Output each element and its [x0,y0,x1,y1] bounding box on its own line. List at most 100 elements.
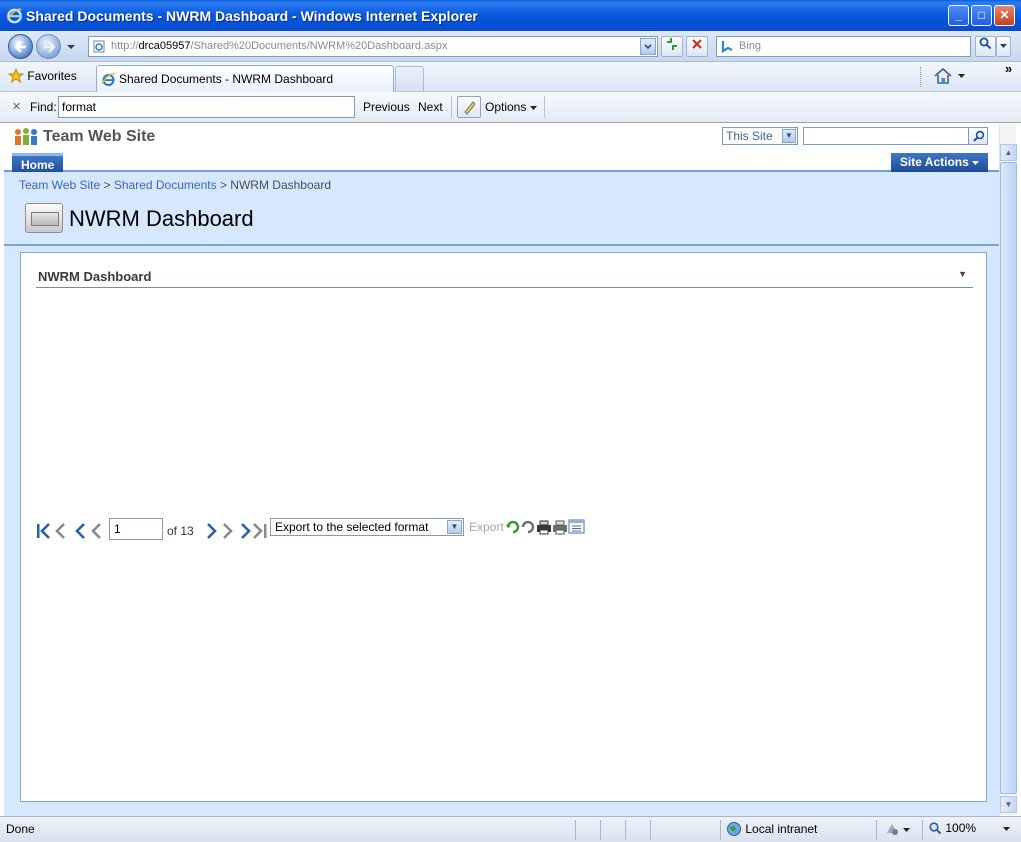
minimize-button[interactable]: _ [948,5,969,26]
status-separator [876,820,877,840]
window-titlebar: Shared Documents - NWRM Dashboard - Wind… [0,0,1021,31]
status-separator [625,820,626,840]
tab-title: Shared Documents - NWRM Dashboard [119,72,334,86]
search-placeholder: Bing [739,40,762,52]
print-icon[interactable] [536,518,552,536]
chevron-down-icon [644,44,652,50]
chevron-down-icon [529,106,537,110]
breadcrumb: Team Web Site > Shared Documents > NWRM … [19,178,331,192]
ie-page-icon [101,73,116,86]
toolbar-separator [920,67,921,87]
intranet-globe-icon [727,822,741,836]
chevron-down-icon [958,74,965,78]
previous-page-grey-icon [91,523,101,539]
site-search-input[interactable] [803,127,969,145]
address-dropdown-button[interactable] [640,38,656,55]
breadcrumb-separator: > [219,178,227,192]
scroll-down-button[interactable]: ▼ [1000,796,1017,813]
dashboard-page-icon [25,203,63,233]
favorites-button[interactable]: Favorites [7,67,77,84]
back-button[interactable] [8,34,33,59]
tab-home[interactable]: Home [12,153,63,172]
refresh-icon [667,38,677,50]
chevron-down-icon [972,161,980,165]
page-number-input[interactable]: 1 [109,518,163,540]
tab-active[interactable]: Shared Documents - NWRM Dashboard [96,65,394,92]
team-site-logo-icon [15,128,37,145]
data-feed-icon[interactable] [568,518,585,536]
breadcrumb-link-library[interactable]: Shared Documents [114,178,217,192]
maximize-button[interactable]: □ [971,5,992,26]
page-title: NWRM Dashboard [69,206,254,231]
close-find-button[interactable]: ✕ [12,100,21,113]
stop-button[interactable] [686,36,708,57]
refresh-grey-icon [521,520,535,534]
site-search-button[interactable] [968,127,988,145]
site-actions-menu[interactable]: Site Actions [891,153,988,172]
scroll-thumb[interactable] [1000,162,1017,794]
close-window-button[interactable]: ✕ [994,5,1015,26]
content-frame: NWRM Dashboard ▼ 1 of 13 Export to the s… [4,246,999,816]
top-navigation: Home Site Actions [4,152,999,172]
status-separator [720,820,721,840]
vertical-scrollbar[interactable]: ▲ ▼ [999,124,1017,816]
breadcrumb-link-site[interactable]: Team Web Site [19,178,100,192]
webpart-title: NWRM Dashboard [38,269,152,284]
breadcrumb-separator: > [103,178,111,192]
back-arrow-icon [14,41,26,53]
status-separator [650,820,651,840]
stop-icon [692,39,702,49]
new-tab-button[interactable] [395,66,424,91]
search-go-button[interactable] [975,36,996,57]
find-bar: ✕ Find: format Previous Next Options [0,92,1021,123]
security-zone[interactable]: Local intranet [726,821,817,837]
search-icon [973,130,985,142]
search-input[interactable]: Bing [716,36,971,57]
scroll-up-button[interactable]: ▲ [1000,144,1017,161]
print-grey-icon [553,520,567,535]
previous-page-icon[interactable] [73,522,87,540]
security-zone-label: Local intranet [745,822,818,836]
find-next-button[interactable]: Next [418,100,443,114]
address-input[interactable]: http://drca05957/Shared%20Documents/NWRM… [88,36,658,57]
search-scope-select[interactable]: This Site ▼ [722,127,798,145]
ie-logo-icon [7,8,22,24]
first-page-icon[interactable] [35,522,53,540]
home-button[interactable] [933,67,969,87]
search-scope-value: This Site [726,129,773,143]
status-separator [575,820,576,840]
refresh-button[interactable] [661,36,683,57]
protected-mode-button[interactable] [884,821,911,837]
forward-arrow-icon [44,41,56,53]
last-page-grey-icon [253,523,267,539]
more-tools-chevron[interactable]: » [1005,61,1012,76]
address-toolbar: http://drca05957/Shared%20Documents/NWRM… [0,31,1021,62]
chevron-down-icon [903,828,911,832]
find-separator [544,96,545,118]
find-separator [451,96,452,118]
report-viewer-toolbar: 1 of 13 Export to the selected format ▼ … [35,518,635,544]
find-input[interactable]: format [58,96,355,118]
webpart-menu-button[interactable]: ▼ [958,269,967,279]
refresh-report-icon[interactable] [505,518,521,536]
chevron-down-icon [1000,44,1007,48]
star-icon [7,67,25,84]
url-host: drca05957 [138,40,191,52]
site-actions-label: Site Actions [899,155,969,169]
status-separator [922,820,923,840]
highlight-matches-button[interactable] [457,96,481,118]
forward-button[interactable] [36,34,61,59]
zoom-control[interactable]: 100% [929,821,1011,835]
favorites-label: Favorites [27,69,77,83]
find-options-button[interactable]: Options [485,100,537,114]
export-button[interactable]: Export [469,520,504,534]
site-title[interactable]: Team Web Site [43,128,155,146]
highlighter-icon [464,101,476,115]
url-path: /Shared%20Documents/NWRM%20Dashboard.asp… [190,40,448,52]
find-previous-button[interactable]: Previous [363,100,410,114]
recent-pages-dropdown-icon[interactable] [66,43,76,51]
search-options-button[interactable] [996,36,1011,57]
next-page-icon[interactable] [205,522,219,540]
find-label: Find: [30,100,57,114]
export-format-select[interactable]: Export to the selected format ▼ [270,518,464,536]
